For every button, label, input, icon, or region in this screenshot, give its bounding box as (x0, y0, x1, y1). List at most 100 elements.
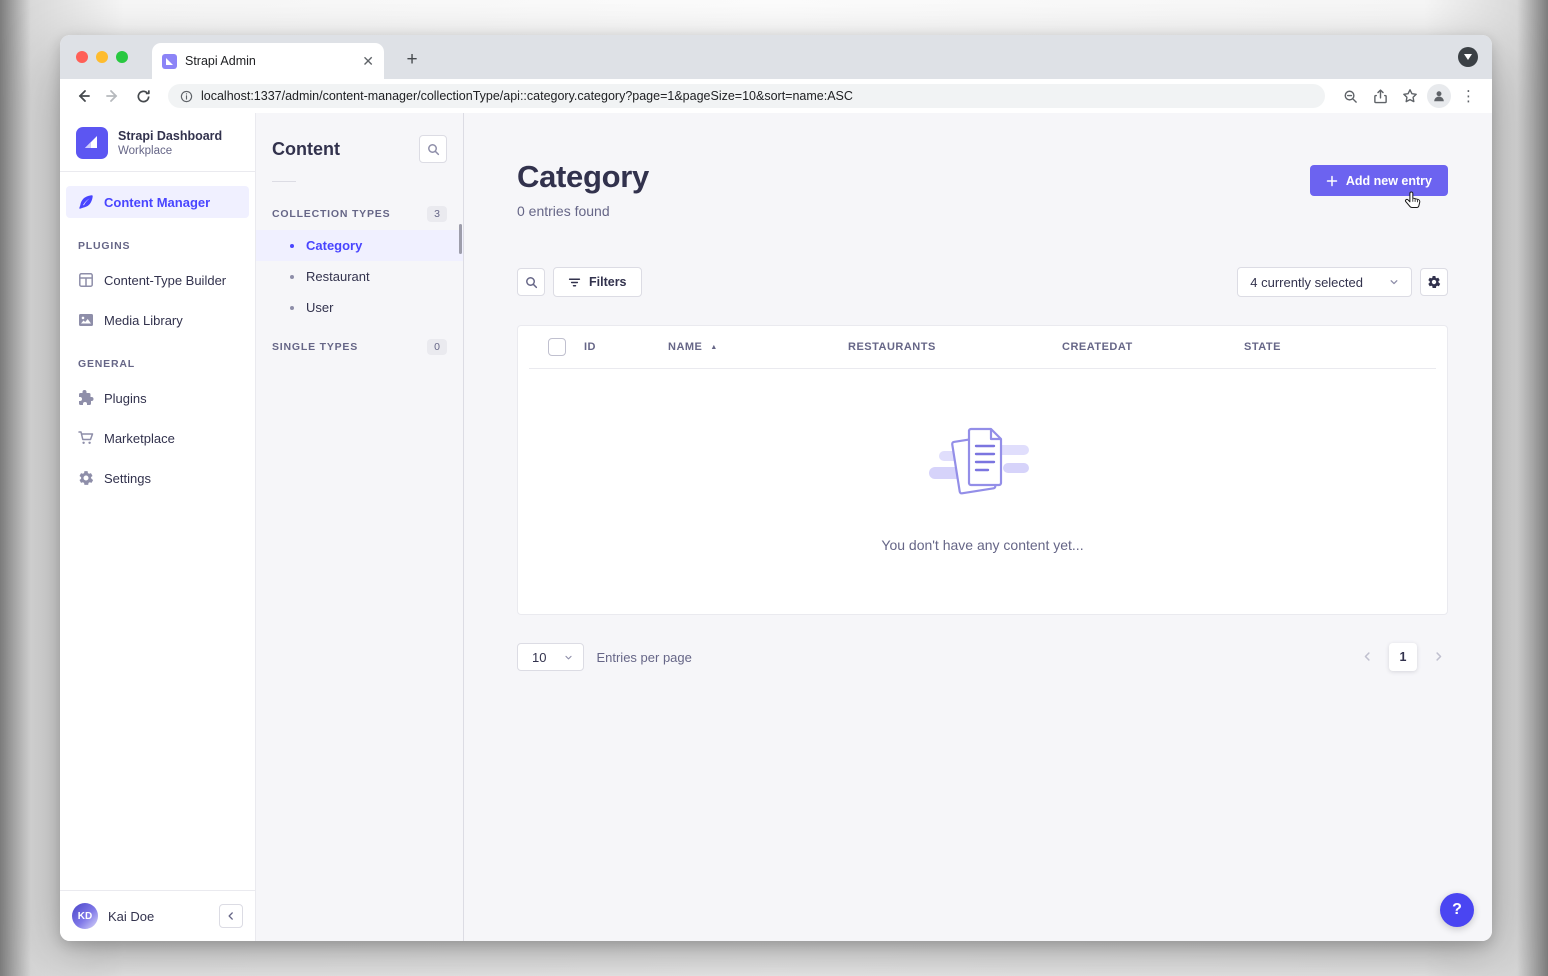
filter-icon (568, 276, 581, 289)
bullet-icon (290, 275, 294, 279)
browser-window: Strapi Admin ✕ + localhost:1337/admin/co… (60, 35, 1492, 941)
collection-types-count-badge: 3 (427, 206, 447, 222)
bookmark-star-icon[interactable] (1397, 83, 1423, 109)
strapi-favicon (162, 54, 177, 69)
reload-icon[interactable] (130, 83, 156, 109)
sidebar-item-label: Marketplace (104, 431, 175, 446)
entries-per-page-label: Entries per page (596, 650, 691, 665)
empty-documents-illustration (927, 421, 1039, 511)
minimize-window-button[interactable] (96, 51, 108, 63)
next-page-button[interactable] (1429, 649, 1448, 665)
sidebar-item-marketplace[interactable]: Marketplace (66, 422, 249, 454)
sidebar-item-plugins[interactable]: Plugins (66, 382, 249, 414)
column-header-restaurants[interactable]: RESTAURANTS (848, 341, 1062, 353)
bullet-icon (290, 306, 294, 310)
single-types-header: SINGLE TYPES 0 (256, 329, 463, 363)
user-name: Kai Doe (108, 909, 209, 924)
entries-found-label: 0 entries found (517, 203, 649, 219)
sidebar-item-label: Content Manager (104, 195, 210, 210)
view-settings-button[interactable] (1420, 268, 1448, 296)
browser-toolbar: localhost:1337/admin/content-manager/col… (60, 79, 1492, 113)
tab-title: Strapi Admin (185, 54, 354, 68)
subnav-item-label: Restaurant (306, 269, 370, 284)
browser-profile-avatar[interactable] (1427, 84, 1451, 108)
column-header-id[interactable]: ID (584, 341, 668, 353)
user-avatar[interactable]: KD (72, 903, 98, 929)
address-bar[interactable]: localhost:1337/admin/content-manager/col… (168, 84, 1325, 108)
sidebar-item-label: Media Library (104, 313, 183, 328)
subnav-item-restaurant[interactable]: Restaurant (256, 261, 463, 292)
browser-menu-icon[interactable]: ⋮ (1455, 87, 1482, 105)
brand-name: Strapi Dashboard (118, 129, 222, 143)
maximize-window-button[interactable] (116, 51, 128, 63)
cart-icon (78, 430, 94, 446)
gear-icon (1427, 275, 1441, 289)
sidebar-item-media-library[interactable]: Media Library (66, 304, 249, 336)
chevron-right-icon (1433, 651, 1444, 662)
help-button[interactable]: ? (1440, 893, 1474, 927)
sidebar-section-general: GENERAL (60, 340, 255, 378)
pagination-row: 10 Entries per page 1 (517, 643, 1448, 671)
main-content: Category 0 entries found Add new entry F… (464, 113, 1492, 941)
puzzle-icon (78, 390, 94, 406)
new-tab-button[interactable]: + (400, 48, 424, 72)
table-header-row: ID NAME ▲ RESTAURANTS CREATEDAT STATE (518, 326, 1447, 368)
sidebar-item-settings[interactable]: Settings (66, 462, 249, 494)
column-header-createdat[interactable]: CREATEDAT (1062, 341, 1244, 353)
sidebar-section-plugins: PLUGINS (60, 222, 255, 260)
divider (272, 181, 296, 182)
gear-icon (78, 470, 94, 486)
sort-ascending-icon: ▲ (710, 344, 717, 351)
close-window-button[interactable] (76, 51, 88, 63)
browser-tab-strip: Strapi Admin ✕ + (60, 35, 1492, 79)
back-icon[interactable] (70, 83, 96, 109)
zoom-icon[interactable] (1337, 83, 1363, 109)
url-text: localhost:1337/admin/content-manager/col… (201, 89, 853, 103)
add-new-entry-button[interactable]: Add new entry (1310, 165, 1448, 196)
subnav-scrollbar[interactable] (459, 224, 462, 254)
main-sidebar: Strapi Dashboard Workplace Content Manag… (60, 113, 256, 941)
collapse-sidebar-button[interactable] (219, 904, 243, 928)
forward-icon[interactable] (100, 83, 126, 109)
subnav-title: Content (272, 139, 340, 160)
sidebar-item-content-type-builder[interactable]: Content-Type Builder (66, 264, 249, 296)
list-search-button[interactable] (517, 268, 545, 296)
sidebar-item-label: Settings (104, 471, 151, 486)
empty-state: You don't have any content yet... (518, 369, 1447, 553)
plus-icon (1326, 175, 1338, 187)
subnav-item-user[interactable]: User (256, 292, 463, 323)
column-header-name[interactable]: NAME ▲ (668, 341, 848, 353)
page-size-select[interactable]: 10 (517, 643, 584, 671)
layout-grid-icon (78, 272, 94, 288)
page-1-button[interactable]: 1 (1389, 643, 1417, 671)
chevron-down-icon (1389, 275, 1399, 290)
previous-page-button[interactable] (1358, 649, 1377, 665)
filters-button[interactable]: Filters (553, 267, 642, 297)
search-icon (427, 143, 440, 156)
info-icon (180, 90, 193, 103)
window-controls (76, 51, 128, 63)
columns-selected-dropdown[interactable]: 4 currently selected (1237, 267, 1412, 297)
collection-types-header: COLLECTION TYPES 3 (256, 196, 463, 230)
subnav-item-category[interactable]: Category (256, 230, 463, 261)
share-icon[interactable] (1367, 83, 1393, 109)
sidebar-item-label: Content-Type Builder (104, 273, 226, 288)
single-types-count-badge: 0 (427, 339, 447, 355)
column-header-state[interactable]: STATE (1244, 341, 1281, 353)
workplace-brand[interactable]: Strapi Dashboard Workplace (60, 113, 255, 172)
strapi-admin-app: Strapi Dashboard Workplace Content Manag… (60, 113, 1492, 941)
subnav-item-label: Category (306, 238, 362, 253)
search-icon (525, 276, 538, 289)
strapi-logo (76, 127, 108, 159)
sidebar-user-footer: KD Kai Doe (60, 890, 255, 941)
browser-extension-icon[interactable] (1458, 47, 1478, 67)
subnav-search-button[interactable] (419, 135, 447, 163)
select-all-checkbox[interactable] (548, 338, 566, 356)
tab-close-icon[interactable]: ✕ (362, 54, 374, 68)
content-manager-subnav: Content COLLECTION TYPES 3 Category Rest… (256, 113, 464, 941)
sidebar-item-content-manager[interactable]: Content Manager (66, 186, 249, 218)
browser-tab[interactable]: Strapi Admin ✕ (152, 43, 384, 79)
subnav-item-label: User (306, 300, 333, 315)
image-icon (78, 312, 94, 328)
sidebar-item-label: Plugins (104, 391, 147, 406)
